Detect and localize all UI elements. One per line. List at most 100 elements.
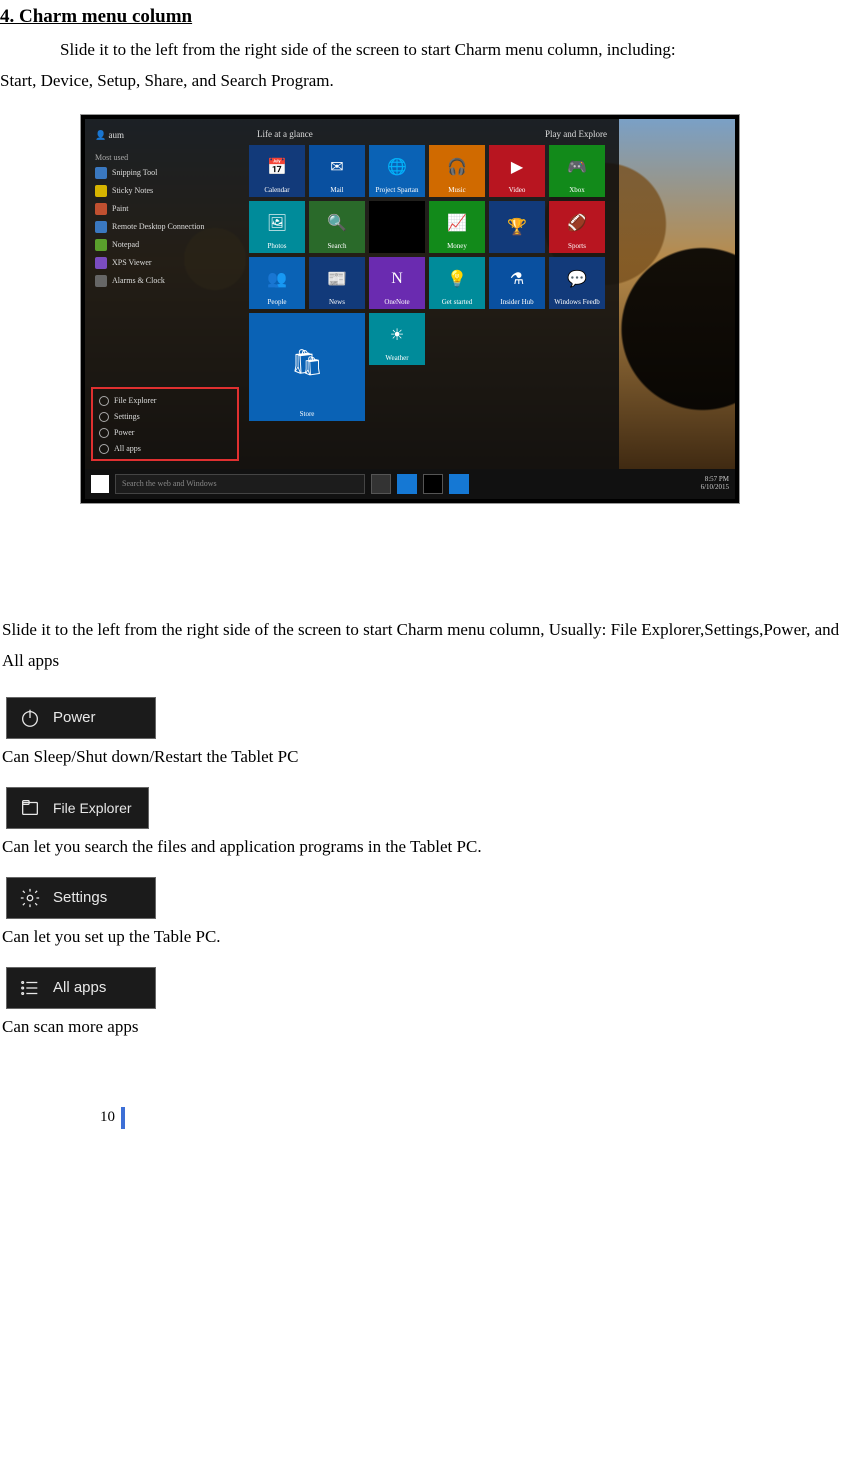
bottom-label: File Explorer [114,396,156,405]
tile[interactable]: 🏈Sports [549,201,605,253]
left-item-label: Alarms & Clock [112,276,165,285]
taskbar-search-placeholder: Search the web and Windows [122,479,217,488]
start-menu-screenshot: 👤 aum Most used Snipping Tool Sticky Not… [80,114,740,504]
file-explorer-chip[interactable]: File Explorer [6,787,149,829]
left-item-label: Sticky Notes [112,186,153,195]
bottom-label: Power [114,428,134,437]
start-file-explorer[interactable]: File Explorer [95,393,235,409]
page-footer: 10 [0,1037,863,1129]
power-icon [19,707,41,729]
tile-label: Search [327,242,346,250]
left-item-label: Snipping Tool [112,168,157,177]
tile[interactable]: ☀Weather [369,313,425,365]
tile[interactable]: 💬Windows Feedb [549,257,605,309]
taskbar-app-icon[interactable] [397,474,417,494]
section-heading: 4. Charm menu column [0,0,863,32]
taskbar-clock: 8:57 PM 6/10/2015 [701,476,729,491]
tile-label: Weather [385,354,408,362]
start-bottom-highlight: File Explorer Settings Power All apps [91,387,239,461]
taskbar-app-icon[interactable] [423,474,443,494]
tile-label: Windows Feedb [554,298,599,306]
tile-label: Project Spartan [376,186,419,194]
start-user-name: aum [108,130,124,140]
tile[interactable]: ⚗Insider Hub [489,257,545,309]
tile-label: Get started [442,298,473,306]
start-panel: 👤 aum Most used Snipping Tool Sticky Not… [85,119,619,469]
start-button[interactable] [91,475,109,493]
left-item[interactable]: Snipping Tool [91,164,239,182]
tile[interactable]: 📈Money [429,201,485,253]
tile[interactable]: 🎮Xbox [549,145,605,197]
tile[interactable]: 🔍Search [309,201,365,253]
tile[interactable]: ✉Mail [309,145,365,197]
gear-icon [19,887,41,909]
settings-chip[interactable]: Settings [6,877,156,919]
screenshot-figure: 👤 aum Most used Snipping Tool Sticky Not… [0,96,863,504]
left-item[interactable]: Notepad [91,236,239,254]
task-view-icon[interactable] [371,474,391,494]
power-chip[interactable]: Power [6,697,156,739]
file-explorer-label: File Explorer [53,800,132,816]
page-number: 10 [100,1109,115,1126]
left-item[interactable]: Alarms & Clock [91,272,239,290]
tile-label: News [329,298,345,306]
start-settings[interactable]: Settings [95,409,235,425]
most-used-header: Most used [91,147,239,164]
tile-label: Music [448,186,466,194]
left-item[interactable]: Remote Desktop Connection [91,218,239,236]
left-item-label: Paint [112,204,128,213]
file-explorer-description: Can let you search the files and applica… [0,833,863,857]
paragraph-usually: Slide it to the left from the right side… [0,614,863,677]
tile-label: Mail [330,186,343,194]
start-tiles: Life at a glance Play and Explore 📅Calen… [245,119,619,469]
tile[interactable] [369,201,425,253]
settings-description: Can let you set up the Table PC. [0,923,863,947]
tile[interactable]: 🌐Project Spartan [369,145,425,197]
all-apps-chip[interactable]: All apps [6,967,156,1009]
tile[interactable]: 🖼Photos [249,201,305,253]
tile-label: Sports [568,242,586,250]
folder-icon [19,797,41,819]
power-description: Can Sleep/Shut down/Restart the Tablet P… [0,743,863,767]
tile-label: Calendar [264,186,289,194]
tile[interactable]: 💡Get started [429,257,485,309]
settings-label: Settings [53,889,107,906]
tile[interactable]: 🛍Store [249,313,365,421]
taskbar-search[interactable]: Search the web and Windows [115,474,365,494]
tile-group-2: Play and Explore [545,129,607,139]
bottom-label: Settings [114,412,140,421]
left-item-label: Remote Desktop Connection [112,222,204,231]
tile[interactable]: 📰News [309,257,365,309]
tile[interactable]: ▶Video [489,145,545,197]
all-apps-description: Can scan more apps [0,1013,863,1037]
tile-label: People [267,298,286,306]
left-item-label: Notepad [112,240,139,249]
taskbar: Search the web and Windows 8:57 PM 6/10/… [85,469,735,499]
tile-label: Photos [267,242,286,250]
tile[interactable]: 🎧Music [429,145,485,197]
tile[interactable]: 👥People [249,257,305,309]
tile-label: OneNote [384,298,409,306]
all-apps-label: All apps [53,979,106,996]
left-item-label: XPS Viewer [112,258,152,267]
tile-label: Insider Hub [500,298,533,306]
tile-group-1: Life at a glance [257,129,313,139]
left-item[interactable]: Sticky Notes [91,182,239,200]
tile[interactable]: 📅Calendar [249,145,305,197]
tile-label: Xbox [569,186,585,194]
tile[interactable]: 🏆 [489,201,545,253]
tile[interactable]: NOneNote [369,257,425,309]
start-all-apps[interactable]: All apps [95,441,235,457]
list-icon [19,977,41,999]
footer-bar [121,1107,125,1129]
tile-label: Store [300,410,315,418]
start-left-column: 👤 aum Most used Snipping Tool Sticky Not… [85,119,245,469]
taskbar-app-icon[interactable] [449,474,469,494]
power-label: Power [53,709,96,726]
intro-line-2: Start, Device, Setup, Share, and Search … [0,67,863,96]
tile-label: Money [447,242,467,250]
start-power[interactable]: Power [95,425,235,441]
bottom-label: All apps [114,444,141,453]
left-item[interactable]: XPS Viewer [91,254,239,272]
left-item[interactable]: Paint [91,200,239,218]
